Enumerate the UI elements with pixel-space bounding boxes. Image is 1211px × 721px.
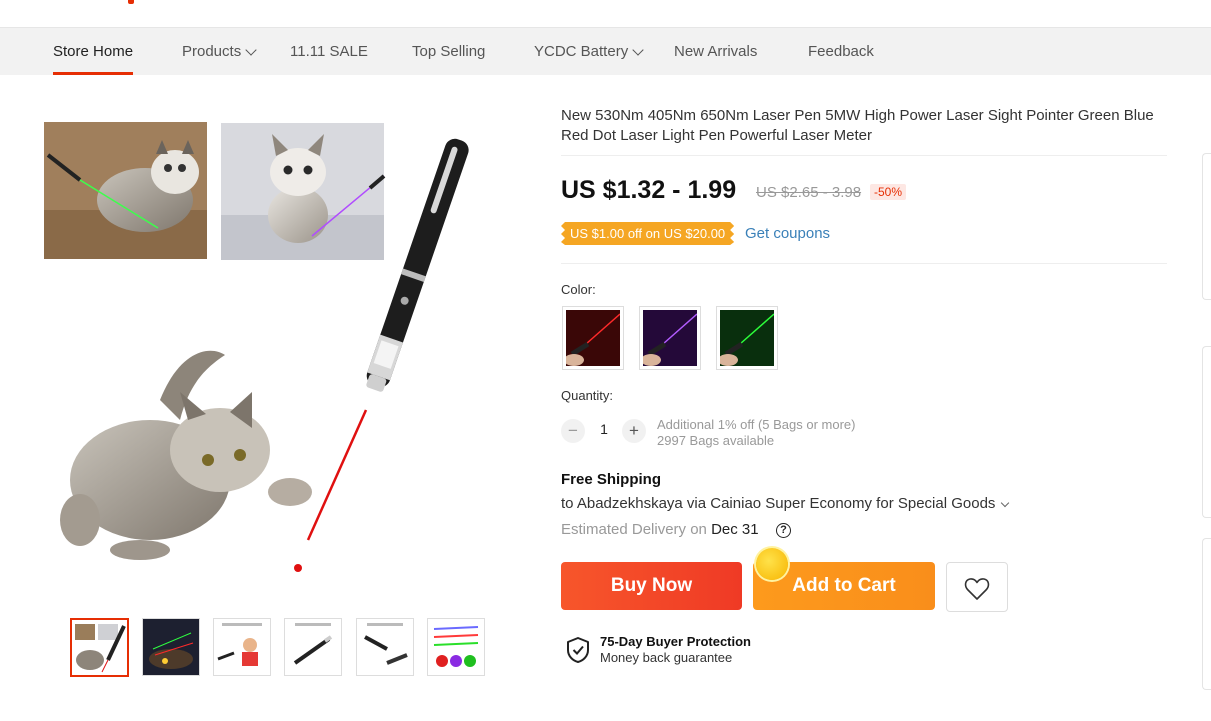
nav-label: New Arrivals bbox=[674, 43, 758, 60]
nav-sale[interactable]: 11.11 SALE bbox=[290, 28, 368, 75]
original-price: US $2.65 - 3.98 bbox=[756, 184, 862, 201]
get-coupons-link[interactable]: Get coupons bbox=[745, 225, 830, 242]
nav-label: YCDC Battery bbox=[534, 43, 629, 60]
heart-icon bbox=[964, 578, 990, 600]
nav-label: Products bbox=[182, 43, 242, 60]
chevron-down-icon bbox=[1001, 498, 1010, 508]
thumbnail-4[interactable] bbox=[284, 618, 342, 676]
chevron-down-icon bbox=[632, 44, 644, 56]
product-price: US $1.32 - 1.99 bbox=[561, 176, 737, 204]
side-panel-card[interactable] bbox=[1202, 153, 1211, 300]
nav-label: Store Home bbox=[53, 43, 134, 60]
buy-now-button[interactable]: Buy Now bbox=[561, 562, 742, 610]
color-swatch-red[interactable] bbox=[562, 306, 624, 370]
stock-available: 2997 Bags available bbox=[657, 433, 775, 448]
nav-store-home[interactable]: Store Home bbox=[53, 28, 134, 75]
nav-label: Feedback bbox=[808, 43, 874, 60]
nav-label: 11.11 SALE bbox=[290, 43, 368, 60]
color-swatch-purple[interactable] bbox=[639, 306, 701, 370]
help-icon[interactable]: ? bbox=[776, 523, 791, 538]
thumbnail-1[interactable] bbox=[70, 618, 129, 677]
divider bbox=[561, 155, 1167, 156]
divider bbox=[561, 263, 1167, 264]
wishlist-button[interactable] bbox=[946, 562, 1008, 612]
shipping-destination-text: to Abadzekhskaya via Cainiao Super Econo… bbox=[561, 495, 996, 512]
delivery-label: Estimated Delivery on bbox=[561, 521, 707, 538]
delivery-date: Dec 31 bbox=[711, 521, 759, 538]
add-to-cart-label: Add to Cart bbox=[792, 575, 896, 596]
quantity-value[interactable]: 1 bbox=[597, 421, 611, 437]
color-swatch-green[interactable] bbox=[716, 306, 778, 370]
store-nav-bar: Store Home Products 11.11 SALE Top Selli… bbox=[0, 28, 1211, 75]
color-label: Color: bbox=[561, 282, 596, 297]
main-product-image[interactable] bbox=[40, 110, 520, 590]
logo-fragment bbox=[128, 0, 134, 4]
thumbnail-2[interactable] bbox=[142, 618, 200, 676]
quantity-label: Quantity: bbox=[561, 388, 614, 403]
nav-label: Top Selling bbox=[412, 43, 486, 60]
shield-check-icon bbox=[567, 637, 589, 663]
nav-top-selling[interactable]: Top Selling bbox=[412, 28, 485, 75]
product-title: New 530Nm 405Nm 650Nm Laser Pen 5MW High… bbox=[561, 107, 1154, 144]
nav-feedback[interactable]: Feedback bbox=[808, 28, 874, 75]
side-panel-card[interactable] bbox=[1202, 538, 1211, 690]
shipping-destination[interactable]: to Abadzekhskaya via Cainiao Super Econo… bbox=[561, 495, 1010, 512]
nav-ycdc-battery[interactable]: YCDC Battery bbox=[534, 28, 644, 75]
coin-icon bbox=[756, 548, 788, 580]
quantity-discount-note: Additional 1% off (5 Bags or more) bbox=[657, 417, 856, 432]
coupon-badge: US $1.00 off on US $20.00 bbox=[561, 222, 734, 245]
chevron-down-icon bbox=[245, 44, 257, 56]
nav-new-arrivals[interactable]: New Arrivals bbox=[674, 28, 757, 75]
nav-products[interactable]: Products bbox=[182, 28, 257, 75]
estimated-delivery: Estimated Delivery on Dec 31 bbox=[561, 521, 759, 538]
discount-badge: -50% bbox=[870, 184, 907, 200]
shipping-title: Free Shipping bbox=[561, 471, 662, 488]
thumbnail-3[interactable] bbox=[213, 618, 271, 676]
top-header-strip bbox=[0, 0, 1211, 28]
protection-subtitle: Money back guarantee bbox=[600, 650, 733, 665]
thumbnail-6[interactable] bbox=[427, 618, 485, 676]
quantity-increase-button[interactable]: + bbox=[622, 419, 646, 443]
thumbnail-5[interactable] bbox=[356, 618, 414, 676]
protection-title: 75-Day Buyer Protection bbox=[600, 634, 751, 649]
side-panel-card[interactable] bbox=[1202, 346, 1211, 518]
quantity-decrease-button[interactable]: − bbox=[561, 419, 585, 443]
